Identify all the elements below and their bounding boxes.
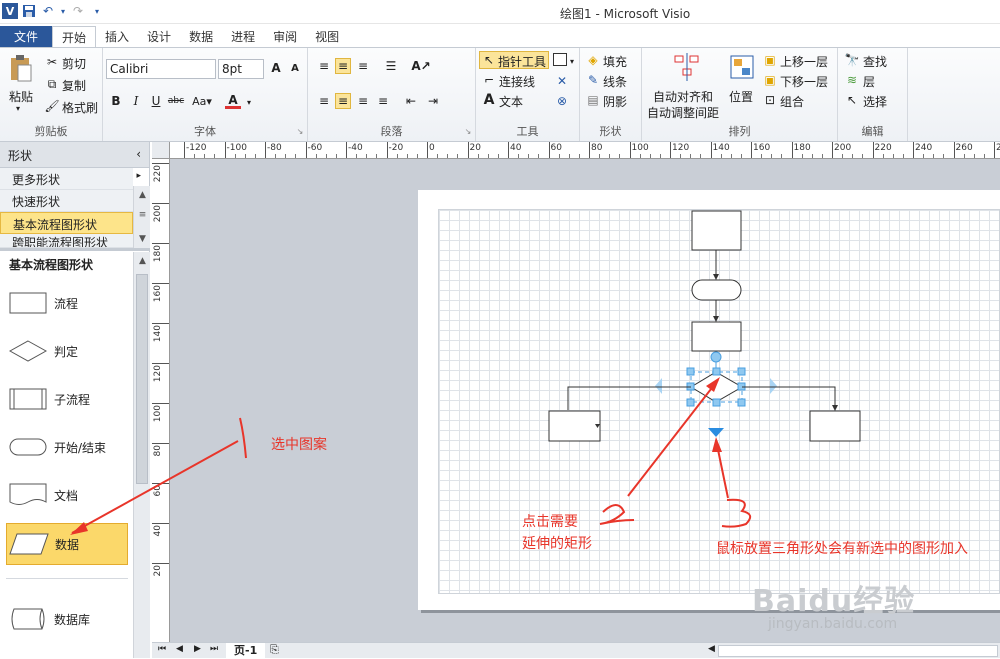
- prev-page-icon[interactable]: ◀: [176, 644, 183, 654]
- selection-handle[interactable]: [686, 398, 695, 407]
- annotation-arrow-1: [71, 440, 239, 534]
- selection-handle[interactable]: [737, 398, 746, 407]
- process-shape-middle[interactable]: [691, 321, 742, 352]
- process-shape-left[interactable]: [548, 410, 601, 442]
- first-page-icon[interactable]: ⏮: [158, 644, 166, 654]
- annotation-number-2: [599, 504, 635, 525]
- terminator-shape[interactable]: [691, 279, 742, 301]
- annotation-arrowhead-1: [70, 522, 88, 535]
- annotation-text-2: 点击需要 延伸的矩形: [522, 514, 592, 552]
- watermark-url: jingyan.baidu.com: [768, 616, 898, 632]
- insert-page-icon[interactable]: ⎘: [270, 643, 279, 657]
- page-tab-1[interactable]: 页-1: [226, 643, 266, 659]
- decision-shape-selected[interactable]: [690, 371, 744, 403]
- connector-line[interactable]: [567, 386, 691, 410]
- annotation-arrow-2: [627, 379, 719, 497]
- hscroll-left-icon[interactable]: ◀: [708, 644, 715, 654]
- selection-handle[interactable]: [737, 367, 746, 376]
- baidu-watermark: Baidu经验: [752, 584, 916, 619]
- annotation-number-3: [721, 498, 752, 528]
- horizontal-scrollbar[interactable]: [718, 645, 998, 657]
- last-page-icon[interactable]: ⏭: [210, 644, 218, 654]
- annotation-text-3: 鼠标放置三角形处会有新选中的图形加入: [716, 541, 968, 557]
- autoconnect-down-arrow-icon[interactable]: [708, 428, 724, 437]
- process-shape-top[interactable]: [691, 210, 742, 251]
- annotation-text-1: 选中图案: [271, 437, 327, 453]
- autoconnect-left-arrow-icon[interactable]: [655, 378, 662, 394]
- connector-line[interactable]: [742, 386, 838, 411]
- selection-handle[interactable]: [712, 367, 721, 376]
- next-page-icon[interactable]: ▶: [194, 644, 201, 654]
- process-shape-right[interactable]: [809, 410, 861, 442]
- autoconnect-right-arrow-icon[interactable]: [770, 378, 777, 394]
- annotation-mark-1: [239, 417, 247, 459]
- selection-handle[interactable]: [712, 398, 721, 407]
- page-tabs-bar: ⏮ ◀ ▶ ⏭ 页-1 ⎘ ◀: [152, 642, 1000, 659]
- annotation-arrowhead-3: [712, 437, 722, 452]
- rotation-handle[interactable]: [710, 351, 722, 363]
- selection-handle[interactable]: [686, 367, 695, 376]
